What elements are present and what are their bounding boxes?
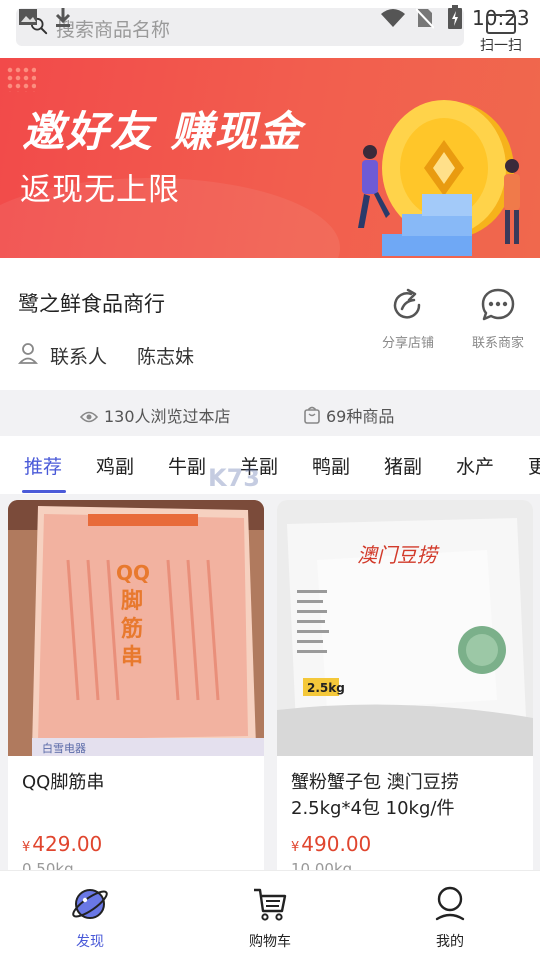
share-icon xyxy=(393,288,421,319)
nav-mine-label: 我的 xyxy=(436,934,464,950)
banner-subtitle: 返现无上限 xyxy=(20,172,180,208)
planet-icon xyxy=(72,889,108,919)
bag-icon xyxy=(304,406,320,424)
tab-beef[interactable]: 牛副 xyxy=(168,452,206,479)
product-price: ¥429.00 xyxy=(22,832,103,856)
svg-text:筋: 筋 xyxy=(120,616,143,642)
cart-icon xyxy=(254,888,287,921)
share-shop-button[interactable]: 分享店铺 xyxy=(368,286,448,351)
products-count-text: 69种商品 xyxy=(326,407,395,426)
tab-more[interactable]: 更 xyxy=(528,452,540,479)
search-placeholder: 搜索商品名称 xyxy=(56,19,171,41)
product-grid: QQ 脚 筋 串 白雪电器 QQ脚筋串 ¥429.00 0.50kg 澳门豆捞 … xyxy=(0,494,540,870)
shop-stats: 130人浏览过本店 69种商品 xyxy=(0,390,540,436)
views-stat: 130人浏览过本店 xyxy=(79,403,231,427)
chat-icon xyxy=(481,288,515,321)
tab-seafood[interactable]: 水产 xyxy=(456,452,494,479)
product-unit: 0.50kg xyxy=(22,860,74,870)
contact-label: 联系人 xyxy=(50,346,108,368)
gallery-notification-icon xyxy=(19,9,37,25)
coin-illustration-icon xyxy=(358,100,520,256)
scan-icon xyxy=(486,14,516,34)
user-icon xyxy=(435,886,465,921)
tab-recommend[interactable]: 推荐 xyxy=(24,452,62,479)
contact-merchant-label: 联系商家 xyxy=(471,336,524,351)
product-card[interactable]: 澳门豆捞 2.5kg 蟹粉蟹子包 澳门豆捞 2.5kg*4包 10kg/件 ¥4… xyxy=(277,500,533,870)
top-bar: 搜索商品名称 10:23 扫一扫 xyxy=(0,0,540,58)
banner-title: 邀好友 赚现金 xyxy=(22,107,303,156)
svg-text:QQ: QQ xyxy=(116,561,150,585)
tab-pork[interactable]: 猪副 xyxy=(384,452,422,479)
product-name: 蟹粉蟹子包 澳门豆捞 2.5kg*4包 10kg/件 xyxy=(291,772,459,819)
shop-info: 鹭之鲜食品商行 联系人 陈志妹 分享店铺 联系商家 xyxy=(0,258,540,390)
nav-discover-label: 发现 xyxy=(76,934,104,950)
nav-mine[interactable]: 我的 xyxy=(405,885,495,951)
product-name: QQ脚筋串 xyxy=(22,772,105,793)
product-unit: 10.00kg xyxy=(291,860,353,870)
svg-text:脚: 脚 xyxy=(121,589,143,614)
nav-discover[interactable]: 发现 xyxy=(45,885,135,951)
category-tabs: 推荐 鸡副 牛副 羊副 鸭副 猪副 水产 更 K73 xyxy=(0,436,540,494)
wifi-icon xyxy=(381,9,405,27)
download-icon xyxy=(55,8,71,27)
dots-decoration xyxy=(6,66,36,92)
no-sim-icon xyxy=(416,8,434,29)
scan-label: 扫一扫 xyxy=(480,38,522,54)
product-price: ¥490.00 xyxy=(291,832,372,856)
contact-merchant-button[interactable]: 联系商家 xyxy=(458,286,538,351)
product-card[interactable]: QQ 脚 筋 串 白雪电器 QQ脚筋串 ¥429.00 0.50kg xyxy=(8,500,264,870)
tab-chicken[interactable]: 鸡副 xyxy=(96,452,134,479)
products-stat: 69种商品 xyxy=(304,403,394,427)
promo-banner[interactable]: 邀好友 赚现金 返现无上限 xyxy=(0,58,540,258)
watermark: K73 xyxy=(208,464,260,492)
scan-button[interactable]: 扫一扫 xyxy=(470,14,532,55)
views-text: 130人浏览过本店 xyxy=(104,407,231,426)
person-icon xyxy=(18,343,38,364)
share-shop-label: 分享店铺 xyxy=(381,336,434,351)
contact-name: 陈志妹 xyxy=(137,346,195,368)
svg-text:串: 串 xyxy=(121,645,143,670)
tab-duck[interactable]: 鸭副 xyxy=(312,452,350,479)
svg-text:澳门豆捞: 澳门豆捞 xyxy=(357,543,440,567)
bottom-nav: 发现 购物车 我的 xyxy=(0,870,540,960)
product-image: 澳门豆捞 2.5kg xyxy=(277,500,533,756)
battery-icon xyxy=(448,5,462,29)
svg-text:白雪电器: 白雪电器 xyxy=(42,741,86,755)
active-tab-indicator xyxy=(22,490,66,493)
nav-cart-label: 购物车 xyxy=(249,934,291,950)
eye-icon xyxy=(79,411,99,423)
product-image: QQ 脚 筋 串 白雪电器 xyxy=(8,500,264,756)
nav-cart[interactable]: 购物车 xyxy=(225,885,315,951)
shop-name: 鹭之鲜食品商行 xyxy=(18,292,165,316)
svg-text:2.5kg: 2.5kg xyxy=(307,681,345,695)
